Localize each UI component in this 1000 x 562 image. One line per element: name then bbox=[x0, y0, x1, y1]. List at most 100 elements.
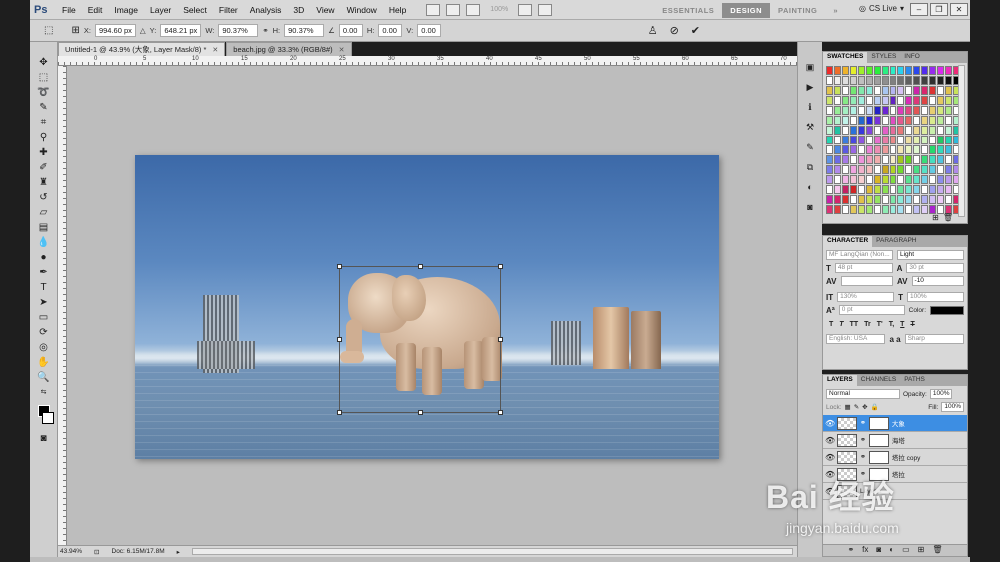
quick-mask-icon[interactable]: ◙ bbox=[35, 432, 53, 445]
rotate-angle-field[interactable]: 0.00 bbox=[338, 24, 363, 37]
antialias-select[interactable]: Sharp bbox=[904, 334, 964, 344]
adjustment-layer-icon[interactable]: ◐ bbox=[889, 545, 894, 556]
eraser-tool-icon[interactable]: ▱ bbox=[35, 206, 53, 219]
color-swatch[interactable] bbox=[945, 165, 953, 175]
color-swatch[interactable] bbox=[929, 175, 937, 185]
color-swatch[interactable] bbox=[929, 195, 937, 205]
minimize-button[interactable]: – bbox=[910, 3, 928, 16]
color-swatch[interactable] bbox=[833, 205, 841, 214]
dodge-tool-icon[interactable]: ● bbox=[35, 251, 53, 264]
tab-channels[interactable]: CHANNELS bbox=[857, 375, 900, 386]
new-layer-icon[interactable]: ⊞ bbox=[918, 545, 925, 556]
commit-transform-icon[interactable]: ✔ bbox=[691, 24, 700, 37]
workspace-painting[interactable]: PAINTING bbox=[770, 3, 825, 18]
color-swatch[interactable] bbox=[945, 115, 953, 125]
color-swatch[interactable] bbox=[841, 205, 849, 214]
link-icon[interactable]: ⚭ bbox=[262, 26, 268, 35]
zoom-percent[interactable]: 43.94% bbox=[60, 548, 82, 555]
color-swatch[interactable] bbox=[889, 75, 897, 85]
color-swatch[interactable] bbox=[945, 105, 953, 115]
gradient-tool-icon[interactable]: ▤ bbox=[35, 221, 53, 234]
color-swatch[interactable] bbox=[857, 125, 865, 135]
actions-icon[interactable]: ▶ bbox=[804, 82, 816, 93]
color-swatch[interactable] bbox=[881, 66, 889, 75]
color-swatch[interactable] bbox=[913, 105, 921, 115]
vertical-scale-field[interactable]: 130% bbox=[837, 292, 895, 302]
color-swatch[interactable] bbox=[873, 155, 881, 165]
leading-field[interactable]: 30 pt bbox=[906, 263, 965, 273]
restore-button[interactable]: ❐ bbox=[930, 3, 948, 16]
color-swatch[interactable] bbox=[897, 105, 905, 115]
color-swatch[interactable] bbox=[865, 175, 873, 185]
color-swatch[interactable] bbox=[937, 165, 945, 175]
underline-button[interactable]: T bbox=[900, 321, 904, 328]
close-icon[interactable]: ✕ bbox=[339, 46, 345, 54]
layer-style-icon[interactable]: fx bbox=[862, 545, 868, 556]
color-swatch[interactable] bbox=[833, 145, 841, 155]
menu-view[interactable]: View bbox=[310, 5, 340, 15]
clone-source-icon[interactable]: ⧉ bbox=[804, 162, 816, 173]
color-swatch[interactable] bbox=[929, 145, 937, 155]
color-swatch[interactable] bbox=[913, 135, 921, 145]
color-swatch[interactable] bbox=[889, 175, 897, 185]
text-color-swatch[interactable] bbox=[930, 305, 964, 315]
info-icon[interactable]: ℹ bbox=[804, 102, 816, 113]
color-swatch[interactable] bbox=[833, 115, 841, 125]
color-swatch[interactable] bbox=[826, 165, 833, 175]
color-swatch[interactable] bbox=[913, 205, 921, 214]
lasso-tool-icon[interactable]: ➰ bbox=[35, 86, 53, 99]
swap-colors-icon[interactable]: ⇆ bbox=[35, 386, 53, 399]
color-swatch[interactable] bbox=[873, 66, 881, 75]
color-swatch[interactable] bbox=[881, 165, 889, 175]
color-swatch[interactable] bbox=[865, 165, 873, 175]
color-swatch[interactable] bbox=[833, 105, 841, 115]
color-swatch[interactable] bbox=[873, 165, 881, 175]
color-swatch[interactable] bbox=[937, 145, 945, 155]
menu-analysis[interactable]: Analysis bbox=[244, 5, 288, 15]
color-swatch[interactable] bbox=[921, 195, 929, 205]
menu-layer[interactable]: Layer bbox=[144, 5, 177, 15]
type-tool-icon[interactable]: T bbox=[35, 281, 53, 294]
color-swatch[interactable] bbox=[849, 185, 857, 195]
color-swatch[interactable] bbox=[937, 95, 945, 105]
color-swatch[interactable] bbox=[841, 105, 849, 115]
color-swatch[interactable] bbox=[857, 115, 865, 125]
color-swatch[interactable] bbox=[905, 205, 913, 214]
pen-tool-icon[interactable]: ✒ bbox=[35, 266, 53, 279]
color-swatch[interactable] bbox=[881, 195, 889, 205]
color-swatch[interactable] bbox=[857, 95, 865, 105]
font-size-field[interactable]: 48 pt bbox=[834, 263, 893, 273]
horizontal-scale-field[interactable]: 100% bbox=[907, 292, 964, 302]
trash-icon[interactable]: 🗑 bbox=[943, 213, 953, 222]
color-swatch[interactable] bbox=[841, 195, 849, 205]
opacity-field[interactable]: 100% bbox=[929, 389, 953, 399]
color-swatch[interactable] bbox=[833, 185, 841, 195]
adjustments-icon[interactable]: ◐ bbox=[804, 182, 816, 193]
color-swatch[interactable] bbox=[826, 75, 833, 85]
y-position-field[interactable]: 648.21 px bbox=[160, 24, 202, 37]
tab-untitled-1[interactable]: Untitled-1 @ 43.9% (大象, Layer Mask/8) * … bbox=[58, 42, 226, 56]
canvas-workspace[interactable] bbox=[67, 66, 797, 545]
color-swatch[interactable] bbox=[945, 95, 953, 105]
transform-handle-top-right[interactable] bbox=[498, 264, 503, 269]
link-layers-icon[interactable]: ⚭ bbox=[847, 545, 854, 556]
color-swatch[interactable] bbox=[889, 155, 897, 165]
mask-link-icon[interactable]: ⚭ bbox=[860, 419, 866, 427]
menu-window[interactable]: Window bbox=[341, 5, 383, 15]
color-swatch[interactable] bbox=[937, 75, 945, 85]
color-swatch[interactable] bbox=[849, 155, 857, 165]
mask-link-icon[interactable]: ⚭ bbox=[860, 436, 866, 444]
color-swatch[interactable] bbox=[826, 135, 833, 145]
color-swatch[interactable] bbox=[841, 185, 849, 195]
color-swatch[interactable] bbox=[826, 85, 833, 95]
color-swatch[interactable] bbox=[945, 75, 953, 85]
status-menu-arrow-icon[interactable]: ▸ bbox=[177, 548, 180, 556]
color-swatch[interactable] bbox=[833, 85, 841, 95]
color-swatch[interactable] bbox=[849, 75, 857, 85]
color-swatch[interactable] bbox=[873, 175, 881, 185]
color-swatch[interactable] bbox=[857, 85, 865, 95]
color-swatch[interactable] bbox=[905, 145, 913, 155]
color-swatch[interactable] bbox=[881, 115, 889, 125]
color-swatch[interactable] bbox=[857, 185, 865, 195]
color-swatch[interactable] bbox=[849, 195, 857, 205]
